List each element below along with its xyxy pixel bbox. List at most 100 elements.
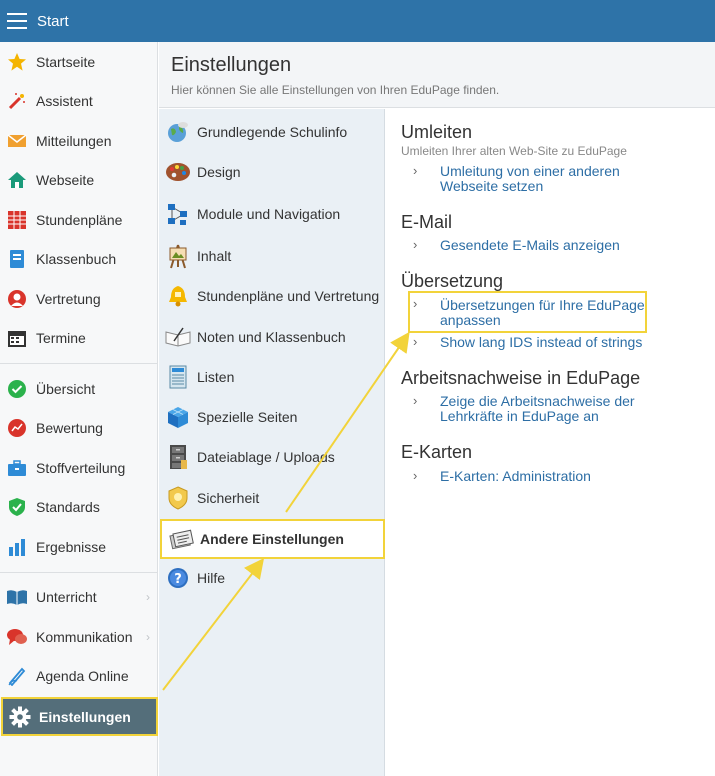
sidebar-item-standards[interactable]: Standards bbox=[0, 489, 158, 525]
menu-item-stundenplaene-und-vertretung[interactable]: Stundenpläne und Vertretung bbox=[159, 279, 385, 313]
page-header: Einstellungen Hier können Sie alle Einst… bbox=[159, 42, 715, 108]
link-gesendete-emails[interactable]: Gesendete E-Mails anzeigen bbox=[440, 238, 670, 253]
sidebar-item-label: Unterricht bbox=[36, 589, 97, 605]
chevron-right-icon: › bbox=[413, 237, 418, 252]
sidebar-item-stundenplaene[interactable]: Stundenpläne bbox=[0, 202, 158, 238]
help-icon: ? bbox=[165, 565, 191, 591]
sidebar-item-label: Klassenbuch bbox=[36, 251, 117, 267]
sidebar-item-label: Vertretung bbox=[36, 291, 101, 307]
menu-item-label: Module und Navigation bbox=[197, 206, 341, 222]
sidebar-item-uebersicht[interactable]: Übersicht bbox=[0, 371, 158, 407]
chat-icon bbox=[6, 626, 28, 648]
sidebar-item-startseite[interactable]: Startseite bbox=[0, 44, 158, 80]
sidebar-item-label: Stoffverteilung bbox=[36, 460, 126, 476]
easel-icon bbox=[165, 243, 191, 269]
sidebar-item-klassenbuch[interactable]: Klassenbuch bbox=[0, 241, 158, 277]
chevron-right-icon: › bbox=[413, 334, 418, 349]
check-circle-icon bbox=[6, 378, 28, 400]
sidebar-item-label: Mitteilungen bbox=[36, 133, 112, 149]
documents-icon bbox=[168, 526, 194, 552]
menu-item-label: Listen bbox=[197, 369, 235, 385]
cube-icon bbox=[165, 404, 191, 430]
link-arbeitsnachweise-anzeigen[interactable]: Zeige die Arbeitsnachweise der Lehrkräft… bbox=[440, 394, 640, 424]
sidebar-item-kommunikation[interactable]: Kommunikation › bbox=[0, 619, 158, 655]
sidebar-divider bbox=[0, 363, 158, 364]
bar-chart-icon bbox=[6, 536, 28, 558]
sidebar-item-label: Kommunikation bbox=[36, 629, 133, 645]
open-book-icon bbox=[6, 586, 28, 608]
sidebar-item-label: Agenda Online bbox=[36, 668, 129, 684]
section-title-uebersetzung: Übersetzung bbox=[401, 271, 504, 291]
sidebar-item-unterricht[interactable]: Unterricht › bbox=[0, 579, 158, 615]
menu-item-label: Inhalt bbox=[197, 248, 232, 264]
chevron-right-icon: › bbox=[413, 468, 418, 483]
link-umleitung-setzen[interactable]: Umleitung von einer anderen Webseite set… bbox=[440, 164, 670, 194]
sidebar: Startseite Assistent Mitteilungen Websei… bbox=[0, 42, 158, 776]
settings-content: Umleiten Umleiten Ihrer alten Web-Site z… bbox=[386, 109, 715, 776]
sidebar-item-label: Startseite bbox=[36, 54, 96, 70]
globe-icon bbox=[165, 119, 191, 145]
section-subtitle-umleiten: Umleiten Ihrer alten Web-Site zu EduPage bbox=[401, 144, 627, 158]
menu-item-label: Design bbox=[197, 164, 241, 180]
sidebar-item-bewertung[interactable]: Bewertung bbox=[0, 410, 158, 446]
settings-menu: Grundlegende Schulinfo Design Module und… bbox=[159, 109, 385, 776]
menu-item-spezielle-seiten[interactable]: Spezielle Seiten bbox=[159, 400, 385, 434]
section-title-ekarten: E-Karten bbox=[401, 442, 473, 462]
menu-item-sicherheit[interactable]: Sicherheit bbox=[159, 481, 385, 515]
section-title-email: E-Mail bbox=[401, 212, 453, 232]
sidebar-item-assistent[interactable]: Assistent bbox=[0, 83, 158, 119]
sidebar-item-termine[interactable]: Termine bbox=[0, 320, 158, 356]
menu-item-dateiablage-uploads[interactable]: Dateiablage / Uploads bbox=[159, 440, 385, 474]
star-icon bbox=[6, 51, 28, 73]
top-bar: Start bbox=[0, 0, 715, 42]
section-title-arbeitsnachweise: Arbeitsnachweise in EduPage bbox=[401, 368, 641, 388]
menu-item-design[interactable]: Design bbox=[159, 155, 385, 189]
hamburger-menu-icon[interactable] bbox=[7, 13, 27, 29]
sidebar-item-ergebnisse[interactable]: Ergebnisse bbox=[0, 529, 158, 565]
menu-item-module-und-navigation[interactable]: Module und Navigation bbox=[159, 197, 385, 231]
menu-item-label: Dateiablage / Uploads bbox=[197, 449, 335, 465]
chevron-right-icon: › bbox=[146, 590, 150, 604]
menu-item-label: Spezielle Seiten bbox=[197, 409, 298, 425]
sidebar-item-label: Assistent bbox=[36, 93, 93, 109]
chevron-right-icon: › bbox=[413, 296, 418, 311]
menu-item-grundlegende-schulinfo[interactable]: Grundlegende Schulinfo bbox=[159, 115, 385, 149]
network-icon bbox=[165, 201, 191, 227]
menu-item-noten-und-klassenbuch[interactable]: Noten und Klassenbuch bbox=[159, 320, 385, 354]
chart-circle-icon bbox=[6, 417, 28, 439]
page-title: Einstellungen bbox=[171, 54, 292, 76]
sidebar-item-label: Termine bbox=[36, 330, 86, 346]
envelope-icon bbox=[6, 130, 28, 152]
link-ekarten-administration[interactable]: E-Karten: Administration bbox=[440, 469, 670, 484]
sidebar-item-mitteilungen[interactable]: Mitteilungen bbox=[0, 123, 158, 159]
link-uebersetzungen-anpassen[interactable]: Übersetzungen für Ihre EduPage anpassen bbox=[440, 298, 645, 328]
topbar-title[interactable]: Start bbox=[37, 13, 69, 30]
magic-wand-icon bbox=[6, 90, 28, 112]
file-cabinet-icon bbox=[165, 444, 191, 470]
link-show-lang-ids[interactable]: Show lang IDS instead of strings bbox=[440, 335, 670, 350]
menu-item-inhalt[interactable]: Inhalt bbox=[159, 239, 385, 273]
calendar-icon bbox=[6, 327, 28, 349]
sidebar-item-label: Webseite bbox=[36, 172, 95, 188]
menu-item-listen[interactable]: Listen bbox=[159, 360, 385, 394]
sidebar-item-stoffverteilung[interactable]: Stoffverteilung bbox=[0, 450, 158, 486]
pen-icon bbox=[6, 665, 28, 687]
sidebar-divider bbox=[0, 572, 158, 573]
sidebar-item-vertretung[interactable]: Vertretung bbox=[0, 281, 158, 317]
sidebar-item-agenda-online[interactable]: Agenda Online bbox=[0, 658, 158, 694]
gear-icon bbox=[9, 706, 31, 728]
sidebar-item-einstellungen[interactable]: Einstellungen bbox=[1, 697, 158, 736]
palette-icon bbox=[165, 159, 191, 185]
menu-item-label: Stundenpläne und Vertretung bbox=[197, 288, 380, 304]
menu-item-label: Hilfe bbox=[197, 570, 226, 586]
book-icon bbox=[6, 248, 28, 270]
shield-check-icon bbox=[6, 496, 28, 518]
bell-icon bbox=[165, 283, 191, 309]
list-document-icon bbox=[165, 364, 191, 390]
home-icon bbox=[6, 169, 28, 191]
menu-item-label: Noten und Klassenbuch bbox=[197, 329, 346, 345]
sidebar-item-label: Übersicht bbox=[36, 381, 96, 397]
sidebar-item-webseite[interactable]: Webseite bbox=[0, 162, 158, 198]
menu-item-hilfe[interactable]: ? Hilfe bbox=[159, 561, 385, 595]
menu-item-andere-einstellungen[interactable]: Andere Einstellungen bbox=[160, 519, 385, 559]
